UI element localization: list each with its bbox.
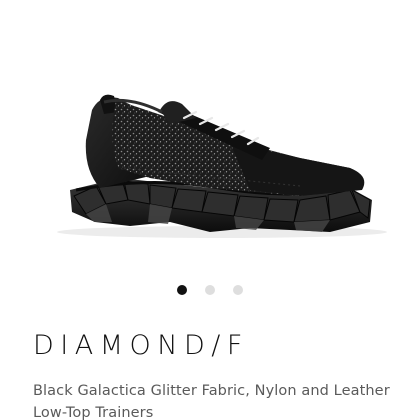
product-description: Black Galactica Glitter Fabric, Nylon an… bbox=[33, 383, 390, 420]
product-image[interactable] bbox=[0, 0, 420, 262]
carousel-dot-2[interactable] bbox=[205, 285, 215, 295]
carousel-pagination bbox=[0, 283, 420, 297]
carousel-dot-1[interactable] bbox=[177, 285, 187, 295]
product-page: DIAMOND/F Black Galactica Glitter Fabric… bbox=[0, 0, 420, 420]
carousel-dot-3[interactable] bbox=[233, 285, 243, 295]
product-title: DIAMOND/F bbox=[33, 330, 249, 361]
sneaker-image bbox=[57, 94, 387, 238]
